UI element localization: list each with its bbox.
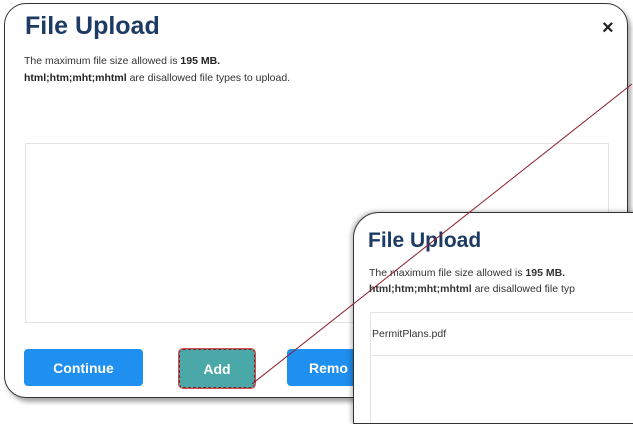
inset-disallowed-types: html;htm;mht;mhtml [369, 283, 472, 295]
close-icon[interactable]: × [602, 17, 614, 40]
inset-file-divider [371, 355, 633, 356]
disallowed-suffix: are disallowed file types to upload. [126, 72, 291, 84]
disallowed-types: html;htm;mht;mhtml [24, 72, 127, 84]
inset-dialog-title: File Upload [368, 229, 482, 252]
max-size-prefix: The maximum file size allowed is [24, 55, 181, 67]
inset-max-size-value: 195 MB. [525, 267, 566, 279]
max-size-value: 195 MB. [180, 55, 221, 67]
inset-disallowed-suffix: are disallowed file typ [471, 283, 575, 295]
add-button[interactable]: Add [178, 348, 256, 389]
max-size-text: The maximum file size allowed is 195 MB. [24, 55, 220, 67]
zoomed-inset-dialog: File Upload The maximum file size allowe… [353, 212, 633, 424]
continue-button[interactable]: Continue [24, 349, 143, 386]
inset-max-size-prefix: The maximum file size allowed is [369, 267, 526, 279]
disallowed-types-text: html;htm;mht;mhtml are disallowed file t… [24, 72, 290, 84]
dialog-title: File Upload [25, 12, 160, 40]
uploaded-file-name[interactable]: PermitPlans.pdf [372, 328, 446, 340]
inset-max-size-text: The maximum file size allowed is 195 MB. [369, 267, 565, 279]
inset-disallowed-types-text: html;htm;mht;mhtml are disallowed file t… [369, 283, 575, 295]
